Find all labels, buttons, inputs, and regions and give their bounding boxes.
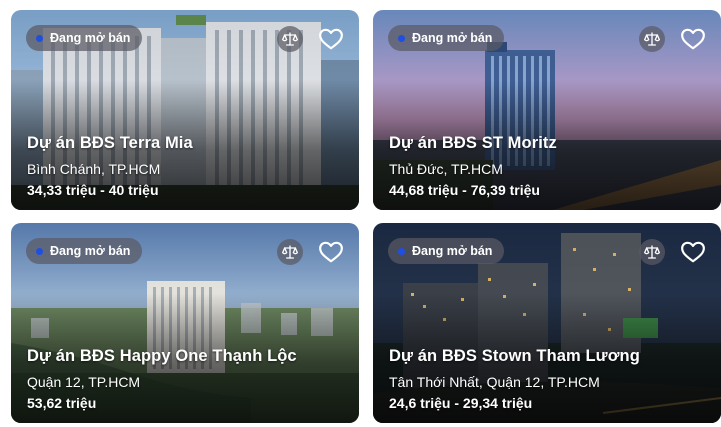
compare-button[interactable] xyxy=(277,239,303,265)
compare-button[interactable] xyxy=(277,26,303,52)
status-dot-icon xyxy=(36,247,43,255)
project-title[interactable]: Dự án BĐS Happy One Thạnh Lộc xyxy=(27,347,349,366)
status-badge: Đang mở bán xyxy=(26,25,143,51)
project-info: Dự án BĐS Happy One Thạnh Lộc Quận 12, T… xyxy=(27,347,349,411)
project-location: Bình Chánh, TP.HCM xyxy=(27,161,161,177)
heart-icon xyxy=(319,241,343,263)
project-price: 34,33 triệu - 40 triệu xyxy=(27,182,159,198)
project-location: Thủ Đức, TP.HCM xyxy=(389,161,503,177)
project-title[interactable]: Dự án BĐS Stown Tham Lương xyxy=(389,347,711,366)
project-title[interactable]: Dự án BĐS ST Moritz xyxy=(389,134,711,153)
status-label: Đang mở bán xyxy=(412,244,493,258)
project-title[interactable]: Dự án BĐS Terra Mia xyxy=(27,134,349,153)
project-location: Quận 12, TP.HCM xyxy=(27,374,141,390)
status-label: Đang mở bán xyxy=(412,31,493,45)
project-price: 24,6 triệu - 29,34 triệu xyxy=(389,395,533,411)
status-badge: Đang mở bán xyxy=(388,25,505,51)
heart-icon xyxy=(319,28,343,50)
status-dot-icon xyxy=(398,34,405,42)
status-badge: Đang mở bán xyxy=(388,238,505,264)
favorite-button[interactable] xyxy=(317,25,345,53)
compare-button[interactable] xyxy=(639,239,665,265)
status-label: Đang mở bán xyxy=(50,244,131,258)
project-info: Dự án BĐS Terra Mia Bình Chánh, TP.HCM 3… xyxy=(27,134,349,198)
project-location: Tân Thới Nhất, Quận 12, TP.HCM xyxy=(389,374,600,390)
project-info: Dự án BĐS ST Moritz Thủ Đức, TP.HCM 44,6… xyxy=(389,134,711,198)
project-card-st-moritz[interactable]: Đang mở bán Dự án BĐS ST Moritz Thủ Đức,… xyxy=(373,10,721,210)
favorite-button[interactable] xyxy=(679,25,707,53)
status-dot-icon xyxy=(36,34,43,42)
status-badge: Đang mở bán xyxy=(26,238,143,264)
scale-icon xyxy=(644,245,660,259)
scale-icon xyxy=(282,32,298,46)
heart-icon xyxy=(681,241,705,263)
favorite-button[interactable] xyxy=(317,238,345,266)
status-dot-icon xyxy=(398,247,405,255)
compare-button[interactable] xyxy=(639,26,665,52)
heart-icon xyxy=(681,28,705,50)
project-card-stown-tham-luong[interactable]: Đang mở bán Dự án BĐS Stown Tham Lương T… xyxy=(373,223,721,423)
project-card-terra-mia[interactable]: Đang mở bán Dự án BĐS Terra Mia Bình Chá… xyxy=(11,10,359,210)
project-price: 44,68 triệu - 76,39 triệu xyxy=(389,182,540,198)
scale-icon xyxy=(282,245,298,259)
project-info: Dự án BĐS Stown Tham Lương Tân Thới Nhất… xyxy=(389,347,711,411)
favorite-button[interactable] xyxy=(679,238,707,266)
project-card-happy-one[interactable]: Đang mở bán Dự án BĐS Happy One Thạnh Lộ… xyxy=(11,223,359,423)
scale-icon xyxy=(644,32,660,46)
project-price: 53,62 triệu xyxy=(27,395,97,411)
status-label: Đang mở bán xyxy=(50,31,131,45)
project-grid: Đang mở bán Dự án BĐS Terra Mia Bình Chá… xyxy=(0,0,721,427)
